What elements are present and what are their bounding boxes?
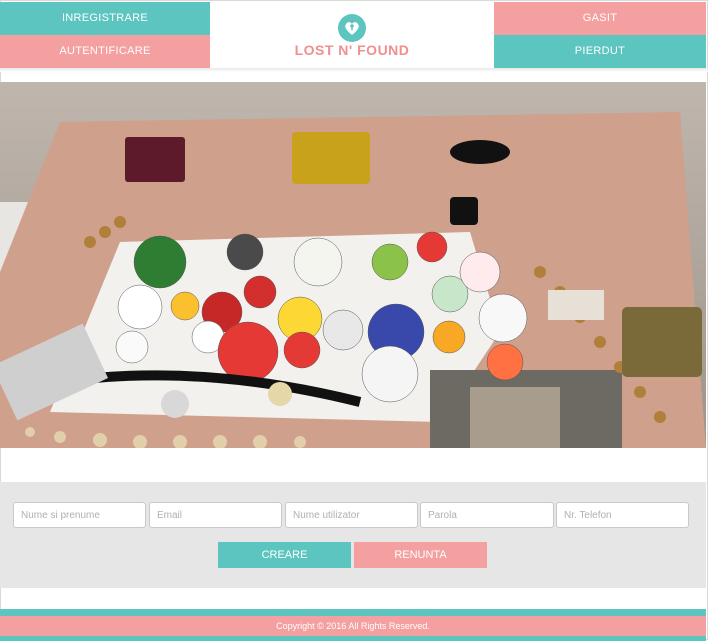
heart-key-icon <box>338 14 366 42</box>
nav-lost-button[interactable]: PIERDUT <box>494 35 706 68</box>
phone-input[interactable] <box>556 502 689 528</box>
password-input[interactable] <box>420 502 554 528</box>
cancel-button[interactable]: RENUNTA <box>354 542 487 568</box>
logo-text: LOST N' FOUND <box>294 42 410 58</box>
full-name-input[interactable] <box>13 502 146 528</box>
hero-image <box>0 82 706 448</box>
nav-found-button[interactable]: GASIT <box>494 2 706 35</box>
header-divider <box>0 68 708 72</box>
site-logo[interactable]: LOST N' FOUND <box>210 2 494 68</box>
email-input[interactable] <box>149 502 282 528</box>
registration-form: CREARE RENUNTA <box>0 482 706 588</box>
footer-stripe-bottom <box>0 636 706 641</box>
nav-login-button[interactable]: AUTENTIFICARE <box>0 35 210 68</box>
footer-copyright: Copyright © 2016 All Rights Reserved. <box>0 616 706 636</box>
create-button[interactable]: CREARE <box>218 542 351 568</box>
nav-register-button[interactable]: INREGISTRARE <box>0 2 210 35</box>
username-input[interactable] <box>285 502 418 528</box>
footer-stripe-top <box>0 609 706 616</box>
